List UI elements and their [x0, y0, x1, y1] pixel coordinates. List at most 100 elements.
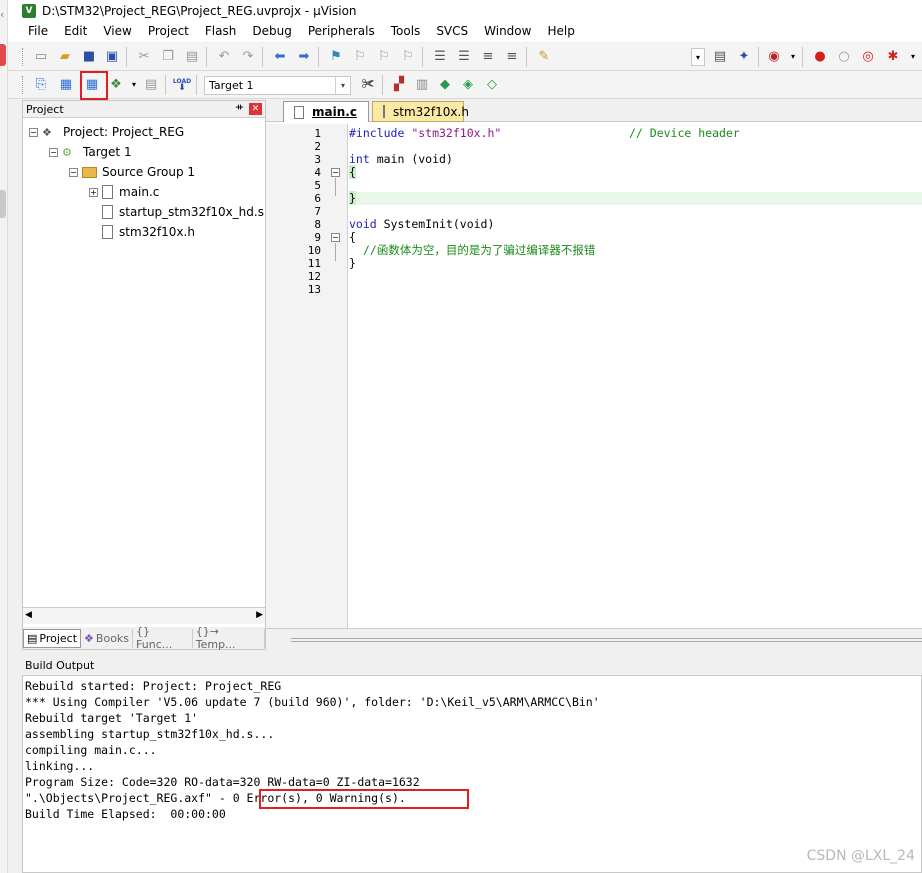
debug-session-icon[interactable]: ◉ — [765, 48, 783, 66]
scroll-thumb[interactable] — [39, 611, 47, 621]
menu-svcs[interactable]: SVCS — [428, 21, 476, 42]
scroll-track[interactable] — [291, 638, 922, 642]
toolbar-grip[interactable] — [22, 48, 25, 66]
find-combo-dropdown[interactable]: ▾ — [691, 48, 705, 66]
menu-window[interactable]: Window — [476, 21, 539, 42]
pack-installer-icon[interactable]: ◈ — [459, 76, 477, 94]
find-in-files-icon[interactable]: ✎ — [535, 48, 553, 66]
replace-icon[interactable]: ✦ — [735, 48, 753, 66]
tab-project[interactable]: ▤ Project — [23, 628, 82, 648]
project-panel-title: Project — [26, 102, 64, 116]
title-bar: V D:\STM32\Project_REG\Project_REG.uvpro… — [8, 0, 922, 21]
prev-bookmark-icon[interactable]: ⚐ — [351, 48, 369, 66]
line-number: 11 — [307, 257, 321, 270]
next-bookmark-icon[interactable]: ⚐ — [375, 48, 393, 66]
pin-icon[interactable]: ᚑ — [236, 102, 243, 113]
line-number: 5 — [314, 179, 321, 192]
save-all-icon[interactable]: ▣ — [103, 48, 121, 66]
translate-icon[interactable]: ⎘ — [32, 76, 50, 94]
kill-breakpoints-icon[interactable]: ✱ — [884, 48, 902, 66]
tab-books[interactable]: ❖ Books — [81, 628, 134, 648]
chevron-down-icon[interactable]: ▾ — [335, 77, 350, 94]
bookmark-icon[interactable]: ⚑ — [327, 48, 345, 66]
file-icon — [102, 205, 113, 219]
tree-file-stm32f10x-h[interactable]: stm32f10x.h — [102, 225, 195, 239]
download-load-icon[interactable]: LOAD ⬇ — [173, 76, 191, 94]
menu-peripherals[interactable]: Peripherals — [300, 21, 383, 42]
collapse-icon[interactable]: − — [69, 167, 78, 177]
toolbar-separator — [206, 47, 207, 67]
nav-back-icon[interactable]: ⬅ — [271, 48, 289, 66]
tab-stm32f10x-h[interactable]: stm32f10x.h — [372, 101, 469, 122]
tree-file-startup[interactable]: startup_stm32f10x_hd.s — [102, 205, 264, 219]
tree-target-node[interactable]: − ⚙ Target 1 — [49, 145, 132, 159]
menu-tools[interactable]: Tools — [383, 21, 429, 42]
menu-debug[interactable]: Debug — [244, 21, 299, 42]
chevron-left-icon[interactable]: ‹ — [0, 8, 4, 21]
redo-icon[interactable]: ↷ — [239, 48, 257, 66]
save-icon[interactable]: ■ — [80, 48, 98, 66]
menu-project[interactable]: Project — [140, 21, 197, 42]
toolbar-grip[interactable] — [22, 76, 25, 94]
project-tab-icon: ▤ — [27, 631, 38, 645]
menu-help[interactable]: Help — [539, 21, 582, 42]
find-icon[interactable]: ▤ — [711, 48, 729, 66]
menu-edit[interactable]: Edit — [56, 21, 95, 42]
stop-build-icon[interactable]: ▤ — [142, 76, 160, 94]
tab-templates[interactable]: {}→ Temp... — [193, 625, 265, 651]
tree-project-label: Project: Project_REG — [63, 125, 185, 139]
breakpoint-dropdown-icon[interactable]: ▾ — [904, 48, 922, 66]
tab-main-c[interactable]: main.c — [283, 101, 369, 122]
target-options-icon[interactable]: ✀ — [359, 76, 377, 94]
tree-group-node[interactable]: − Source Group 1 — [69, 165, 195, 179]
editor-horizontal-scrollbar[interactable] — [266, 628, 922, 650]
menu-file[interactable]: File — [20, 21, 56, 42]
menu-view[interactable]: View — [95, 21, 139, 42]
nav-forward-icon[interactable]: ➡ — [295, 48, 313, 66]
insert-breakpoint-icon[interactable]: ● — [811, 48, 829, 66]
file-icon — [102, 185, 113, 199]
scroll-right-icon[interactable]: ▶ — [256, 610, 263, 620]
fold-guide — [335, 178, 336, 196]
build-icon[interactable]: ▦ — [57, 76, 75, 94]
paste-icon[interactable]: ▤ — [183, 48, 201, 66]
build-toolbar: ⎘ ▦ ▦ ❖ ▾ ▤ LOAD ⬇ Target 1 ▾ ✀ ▞ ▥ ◆ ◈ ◇ — [8, 71, 922, 99]
scroll-left-icon[interactable]: ◀ — [25, 610, 32, 620]
tree-project-node[interactable]: − ❖ Project: Project_REG — [29, 125, 184, 139]
disable-breakpoints-icon[interactable]: ◎ — [859, 48, 877, 66]
collapse-icon[interactable]: − — [49, 147, 58, 157]
tree-file-label: startup_stm32f10x_hd.s — [119, 205, 264, 219]
tree-file-main-c[interactable]: + main.c — [89, 185, 159, 199]
manage-runtime-icon[interactable]: ◇ — [483, 76, 501, 94]
select-packs-icon[interactable]: ◆ — [436, 76, 454, 94]
clear-bookmarks-icon[interactable]: ⚐ — [399, 48, 417, 66]
fold-toggle-icon[interactable]: − — [331, 233, 340, 242]
error-highlight-box — [259, 789, 469, 809]
copy-icon[interactable]: ❐ — [159, 48, 177, 66]
horizontal-scrollbar[interactable]: ◀ ▶ — [23, 607, 265, 624]
manage-environment-icon[interactable]: ▥ — [413, 76, 431, 94]
enable-breakpoint-icon[interactable]: ○ — [835, 48, 853, 66]
open-folder-icon[interactable]: ▰ — [56, 48, 74, 66]
target-select[interactable]: Target 1 ▾ — [204, 76, 351, 95]
manage-project-items-icon[interactable]: ▞ — [390, 76, 408, 94]
code-area[interactable]: #include "stm32f10x.h" // Device header i… — [349, 124, 922, 628]
undo-icon[interactable]: ↶ — [215, 48, 233, 66]
comment-icon[interactable]: ≡ — [479, 48, 497, 66]
uncomment-icon[interactable]: ≡ — [503, 48, 521, 66]
collapse-icon[interactable]: − — [29, 127, 38, 137]
build-output-panel[interactable]: Rebuild started: Project: Project_REG **… — [22, 675, 922, 873]
batch-build-dropdown-icon[interactable]: ▾ — [125, 76, 143, 94]
menu-flash[interactable]: Flash — [197, 21, 244, 42]
unindent-icon[interactable]: ☰ — [455, 48, 473, 66]
fold-toggle-icon[interactable]: − — [331, 168, 340, 177]
watermark: CSDN @LXL_24 — [806, 848, 915, 864]
tab-functions[interactable]: {} Func... — [133, 625, 193, 651]
batch-build-icon[interactable]: ❖ — [107, 76, 125, 94]
debug-dropdown-icon[interactable]: ▾ — [784, 48, 802, 66]
indent-icon[interactable]: ☰ — [431, 48, 449, 66]
cut-icon[interactable]: ✂ — [135, 48, 153, 66]
expand-icon[interactable]: + — [89, 187, 98, 197]
close-icon[interactable]: ✕ — [249, 103, 262, 115]
new-file-icon[interactable]: ▭ — [32, 48, 50, 66]
